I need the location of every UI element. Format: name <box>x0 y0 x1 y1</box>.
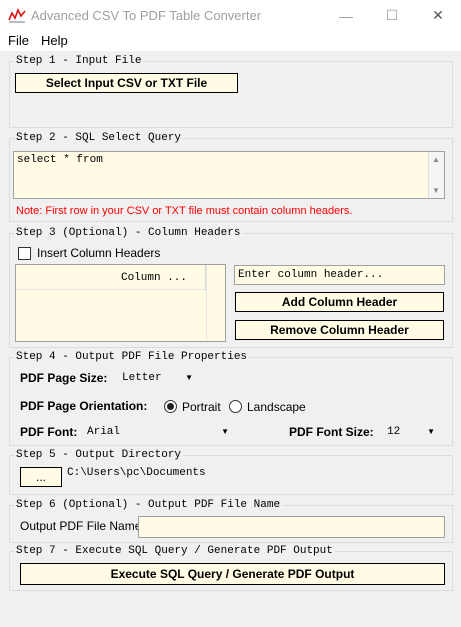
step5-label: Step 5 - Output Directory <box>14 449 184 461</box>
output-directory-path: C:\Users\pc\Documents <box>67 467 206 479</box>
step3-label: Step 3 (Optional) - Column Headers <box>14 227 243 239</box>
maximize-button[interactable]: ☐ <box>369 0 415 31</box>
page-size-value: Letter <box>122 372 162 384</box>
execute-button[interactable]: Execute SQL Query / Generate PDF Output <box>20 563 445 585</box>
output-file-name-input[interactable] <box>138 516 445 538</box>
chevron-down-icon: ▼ <box>221 427 229 436</box>
portrait-radio[interactable] <box>164 400 177 413</box>
pdf-font-value: Arial <box>87 426 121 438</box>
pdf-font-label: PDF Font: <box>20 425 78 439</box>
minimize-button[interactable]: — <box>323 0 369 31</box>
step4-label: Step 4 - Output PDF File Properties <box>14 351 250 363</box>
page-size-label: PDF Page Size: <box>20 371 108 385</box>
insert-column-headers-label: Insert Column Headers <box>37 246 161 260</box>
column-header-placeholder: Enter column header... <box>238 269 384 281</box>
menu-help[interactable]: Help <box>41 33 68 48</box>
menu-bar <box>0 31 461 51</box>
add-column-header-button[interactable]: Add Column Header <box>235 292 444 312</box>
sql-query-textarea[interactable]: select * from ▲ ▼ <box>13 151 445 199</box>
step1-group <box>9 61 453 128</box>
remove-column-header-button[interactable]: Remove Column Header <box>235 320 444 340</box>
portrait-label: Portrait <box>182 400 221 414</box>
query-scrollbar[interactable]: ▲ ▼ <box>428 152 444 198</box>
list-column-header: Column ... <box>120 272 187 284</box>
step2-label: Step 2 - SQL Select Query <box>14 132 184 144</box>
pdf-font-select[interactable]: Arial ▼ <box>84 422 233 442</box>
select-input-file-button[interactable]: Select Input CSV or TXT File <box>15 73 238 93</box>
column-header-note: Note: First row in your CSV or TXT file … <box>16 205 353 217</box>
chevron-down-icon: ▼ <box>427 427 435 436</box>
maximize-icon: ☐ <box>385 7 399 23</box>
radio-selected-dot <box>167 403 174 410</box>
chevron-down-icon: ▼ <box>185 373 193 382</box>
window-title: Advanced CSV To PDF Table Converter <box>31 8 262 23</box>
scroll-down-icon[interactable]: ▼ <box>432 186 440 195</box>
column-header-input[interactable]: Enter column header... <box>234 265 445 285</box>
pdf-font-size-value: 12 <box>387 426 401 438</box>
pdf-font-size-label: PDF Font Size: <box>289 425 374 439</box>
close-icon: ✕ <box>432 7 444 23</box>
pdf-font-size-select[interactable]: 12 ▼ <box>384 422 439 442</box>
scroll-up-icon[interactable]: ▲ <box>432 155 440 164</box>
column-headers-list[interactable]: Column ... <box>15 264 226 342</box>
output-file-name-label: Output PDF File Name: <box>20 519 145 533</box>
step7-label: Step 7 - Execute SQL Query / Generate PD… <box>14 545 335 557</box>
sql-query-text: select * from <box>17 154 103 166</box>
browse-directory-button[interactable]: ... <box>20 467 62 487</box>
step1-label: Step 1 - Input File <box>14 55 144 67</box>
page-size-select[interactable]: Letter ▼ <box>119 368 197 388</box>
close-button[interactable]: ✕ <box>415 0 461 31</box>
step6-label: Step 6 (Optional) - Output PDF File Name <box>14 499 283 511</box>
landscape-radio[interactable] <box>229 400 242 413</box>
landscape-label: Landscape <box>247 400 306 414</box>
list-header[interactable]: Column ... <box>16 265 206 290</box>
list-divider <box>206 265 207 341</box>
menu-file[interactable]: File <box>8 33 29 48</box>
page-orientation-label: PDF Page Orientation: <box>20 399 148 413</box>
insert-column-headers-checkbox[interactable] <box>18 247 31 260</box>
app-icon <box>8 8 26 23</box>
minimize-icon: — <box>339 7 353 24</box>
